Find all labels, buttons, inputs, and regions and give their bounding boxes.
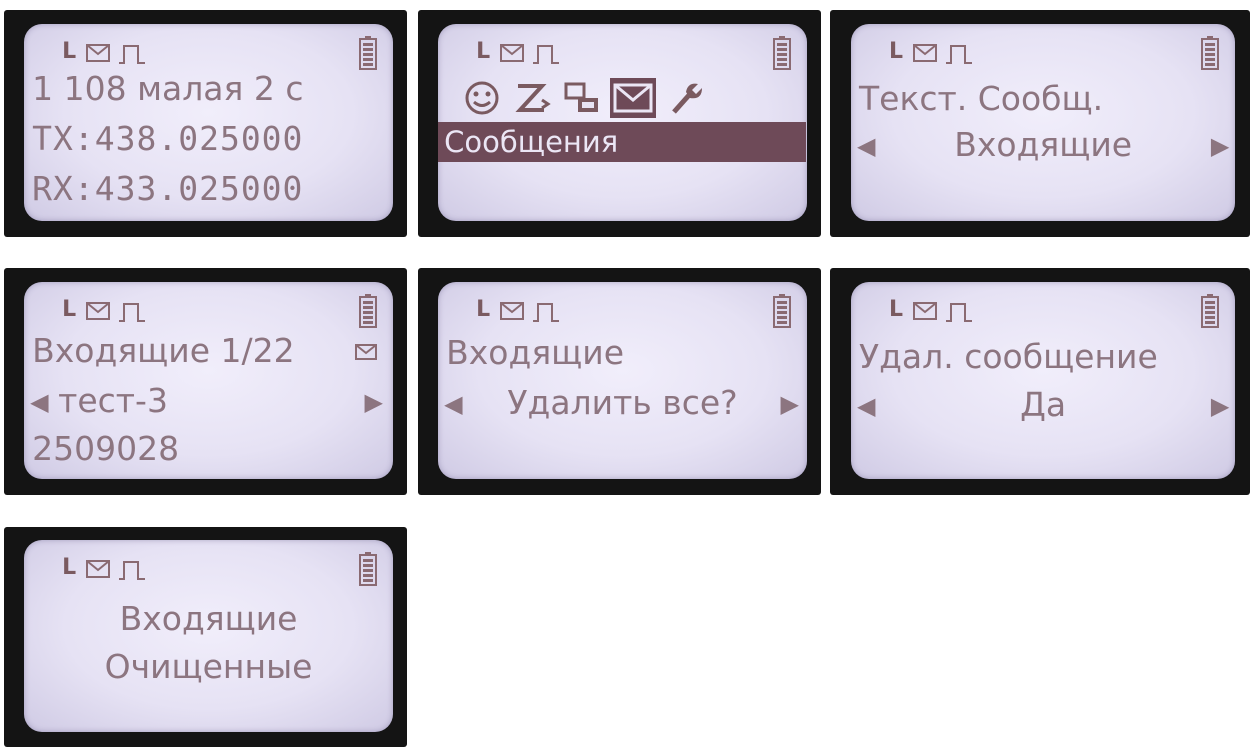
envelope-status-icon: [500, 301, 525, 320]
battery-icon: [358, 293, 377, 328]
confirm-option[interactable]: Да: [891, 385, 1195, 424]
status-bar: L: [851, 282, 1235, 328]
lcd-photo-delete-all: L Входящие ◀ Удалить все? ▶: [418, 268, 821, 495]
lcd-photo-delete-confirm: L Удал. сообщение ◀ Да ▶: [830, 268, 1250, 495]
screen-title: Удал. сообщение: [859, 336, 1158, 376]
right-arrow-icon[interactable]: ▶: [780, 390, 798, 418]
status-bar: L: [438, 282, 807, 328]
message-name[interactable]: тест-3: [58, 381, 385, 420]
status-letter: L: [889, 296, 904, 322]
envelope-status-icon: [86, 560, 111, 579]
menu-selection-bar[interactable]: Сообщения: [438, 121, 807, 162]
menu-icon-row: [462, 77, 762, 122]
smiley-icon[interactable]: [462, 78, 502, 118]
status-letter: L: [476, 38, 491, 64]
left-arrow-icon[interactable]: ◀: [30, 388, 48, 416]
wrench-icon[interactable]: [666, 78, 706, 118]
messages-menu-icon[interactable]: [610, 77, 657, 118]
menu-selected-label: Сообщения: [444, 124, 619, 159]
delete-all-prompt[interactable]: Удалить все?: [468, 383, 777, 422]
envelope-status-icon: [500, 43, 525, 62]
lcd-screen: L Удал. сообщение ◀ Да ▶: [851, 281, 1236, 480]
left-arrow-icon[interactable]: ◀: [444, 390, 462, 418]
status-bar: L: [24, 540, 393, 587]
squarewave-icon: [946, 44, 972, 64]
lcd-screen: L Сообщения: [438, 23, 807, 222]
lcd-photo-message-type: L Текст. Сообщ. ◀ Входящие ▶: [830, 10, 1250, 237]
status-letter: L: [889, 38, 904, 64]
battery-icon: [772, 293, 791, 328]
envelope-status-icon: [86, 301, 111, 320]
status-bar: L: [851, 24, 1235, 70]
envelope-status-icon: [913, 301, 937, 320]
screen-title: Входящие: [446, 332, 624, 372]
lcd-photo-channel: L 1 108 малая 2 с TX:438.025000 RX:433.0…: [4, 10, 407, 237]
envelope-status-icon: [86, 43, 111, 62]
inbox-title: Входящие 1/22: [32, 330, 295, 370]
lcd-photo-menu: L Сообщения: [418, 10, 821, 237]
battery-icon: [358, 35, 377, 70]
status-letter: L: [62, 38, 77, 64]
lcd-photo-inbox: L Входящие 1/22 ◀ тест-3 ▶ 2509028: [4, 268, 407, 495]
lcd-screen: L Входящие 1/22 ◀ тест-3 ▶ 2509028: [24, 281, 393, 480]
battery-icon: [1201, 35, 1220, 70]
status-letter: L: [62, 555, 77, 581]
envelope-status-icon: [913, 43, 937, 62]
squarewave-icon: [119, 561, 146, 581]
status-letter: L: [476, 296, 491, 322]
battery-icon: [358, 552, 377, 587]
status-bar: L: [24, 282, 393, 328]
rx-frequency: RX:433.025000: [32, 168, 304, 208]
right-arrow-icon[interactable]: ▶: [1211, 392, 1229, 420]
screen-title: Текст. Сообщ.: [859, 78, 1104, 118]
lcd-photo-cleared: L Входящие Очищенные: [4, 527, 407, 747]
squarewave-icon: [533, 302, 560, 322]
lcd-screen: L 1 108 малая 2 с TX:438.025000 RX:433.0…: [24, 23, 393, 222]
squarewave-icon: [946, 302, 972, 322]
lcd-screen: L Текст. Сообщ. ◀ Входящие ▶: [851, 23, 1236, 222]
unread-envelope-icon: [354, 343, 377, 360]
right-arrow-icon[interactable]: ▶: [1211, 132, 1229, 160]
tx-frequency: TX:438.025000: [32, 118, 304, 158]
status-bar: L: [438, 24, 807, 70]
channel-line: 1 108 малая 2 с: [32, 68, 304, 108]
zz-icon[interactable]: [512, 78, 552, 118]
battery-icon: [772, 35, 791, 70]
envelope-icon: [613, 83, 653, 113]
message-sender: 2509028: [32, 428, 180, 468]
left-arrow-icon[interactable]: ◀: [857, 132, 875, 160]
selected-option: Входящие: [954, 124, 1133, 164]
lcd-screen: L Входящие ◀ Удалить все? ▶: [438, 281, 807, 480]
battery-icon: [1201, 293, 1220, 328]
squarewave-icon: [119, 302, 146, 322]
squarewave-icon: [533, 44, 560, 64]
status-letter: L: [62, 296, 77, 322]
status-bar: L: [24, 24, 393, 70]
right-arrow-icon[interactable]: ▶: [364, 388, 382, 416]
squarewave-icon: [119, 44, 146, 64]
cleared-line-2: Очищенные: [104, 647, 313, 687]
cleared-line-1: Входящие: [119, 599, 298, 639]
network-icon[interactable]: [562, 78, 602, 118]
left-arrow-icon[interactable]: ◀: [857, 392, 875, 420]
lcd-screen: L Входящие Очищенные: [24, 540, 393, 732]
